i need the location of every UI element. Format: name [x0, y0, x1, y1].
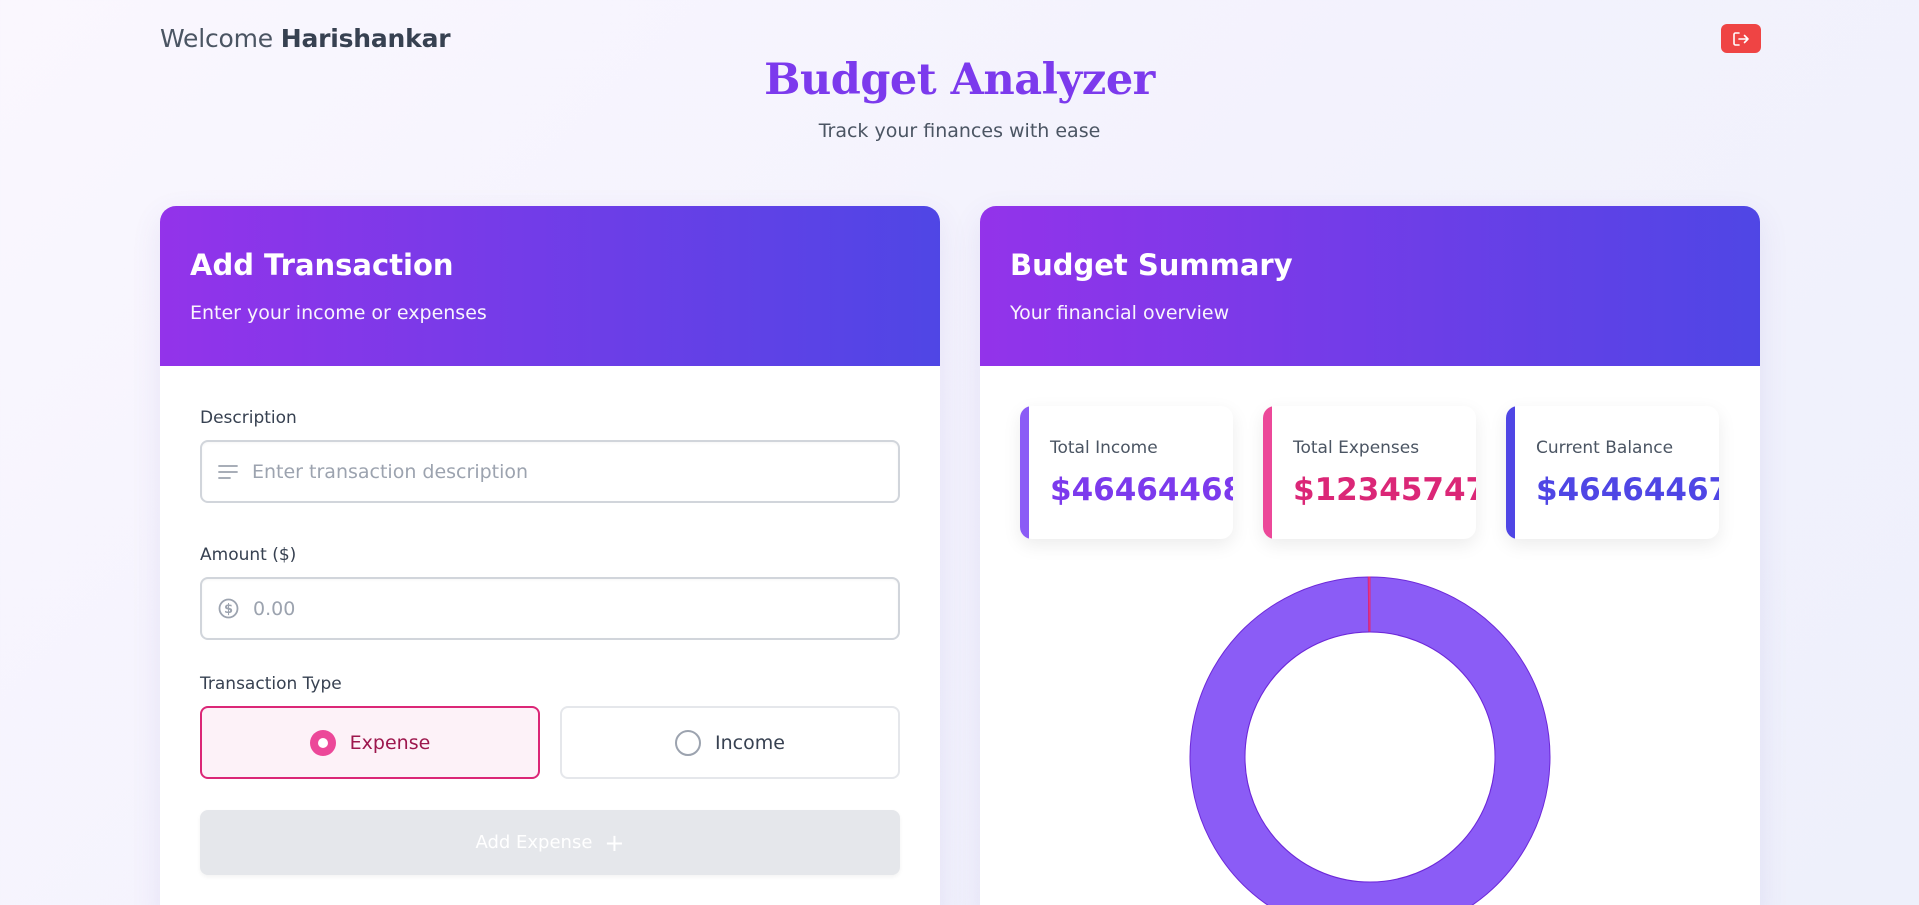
total-expenses-card: Total Expenses $1234574726 [1263, 406, 1476, 539]
page-subtitle: Track your finances with ease [818, 120, 1101, 142]
plus-icon: + [604, 828, 625, 857]
description-input[interactable] [252, 460, 882, 483]
total-income-value: $4646446848 [1050, 472, 1233, 508]
description-field[interactable] [200, 440, 900, 503]
description-label: Description [200, 408, 297, 428]
transaction-type-group: Expense Income [200, 706, 900, 779]
total-income-label: Total Income [1050, 438, 1158, 458]
current-balance-card: Current Balance $4646446725 [1506, 406, 1719, 539]
total-expenses-value: $1234574726 [1293, 472, 1476, 508]
budget-summary-header: Budget Summary Your financial overview [980, 206, 1760, 366]
donut-slice-expenses[interactable] [1367, 576, 1371, 633]
add-transaction-title: Add Transaction [190, 248, 454, 282]
stat-accent-bar [1506, 406, 1515, 539]
logout-icon [1733, 31, 1749, 46]
welcome-text: Welcome Harishankar [160, 24, 451, 53]
add-expense-button[interactable]: Add Expense + [200, 810, 900, 875]
user-name: Harishankar [280, 24, 451, 53]
current-balance-value: $4646446725 [1536, 472, 1719, 508]
expense-option[interactable]: Expense [200, 706, 540, 779]
svg-text:$: $ [224, 602, 233, 617]
transaction-form: Description Amount ($) $ Transaction Typ… [160, 366, 940, 875]
stats-row: Total Income $4646446848 Total Expenses … [980, 406, 1760, 539]
add-transaction-header: Add Transaction Enter your income or exp… [160, 206, 940, 366]
logout-button[interactable] [1721, 24, 1761, 53]
add-transaction-card: Add Transaction Enter your income or exp… [160, 206, 940, 905]
amount-field[interactable]: $ [200, 577, 900, 640]
transaction-type-label: Transaction Type [200, 674, 342, 694]
amount-input[interactable] [253, 597, 882, 620]
donut-hole [1244, 631, 1496, 883]
page-title: Budget Analyzer [764, 55, 1155, 105]
welcome-prefix: Welcome [160, 24, 273, 53]
add-transaction-subtitle: Enter your income or expenses [190, 302, 487, 324]
text-lines-icon [218, 464, 238, 479]
add-expense-label: Add Expense [475, 832, 593, 853]
income-option-label: Income [715, 731, 785, 754]
amount-label: Amount ($) [200, 545, 297, 565]
total-expenses-label: Total Expenses [1293, 438, 1420, 458]
radio-unselected-icon [675, 729, 702, 756]
stat-accent-bar [1020, 406, 1029, 539]
dollar-circle-icon: $ [218, 598, 239, 619]
budget-summary-subtitle: Your financial overview [1010, 302, 1230, 324]
budget-summary-card: Budget Summary Your financial overview T… [980, 206, 1760, 905]
current-balance-label: Current Balance [1536, 438, 1674, 458]
expense-option-label: Expense [349, 731, 431, 754]
total-income-card: Total Income $4646446848 [1020, 406, 1233, 539]
budget-donut-chart [1189, 576, 1551, 905]
budget-summary-title: Budget Summary [1010, 248, 1293, 282]
income-option[interactable]: Income [560, 706, 900, 779]
stat-accent-bar [1263, 406, 1272, 539]
radio-selected-icon [309, 729, 336, 756]
